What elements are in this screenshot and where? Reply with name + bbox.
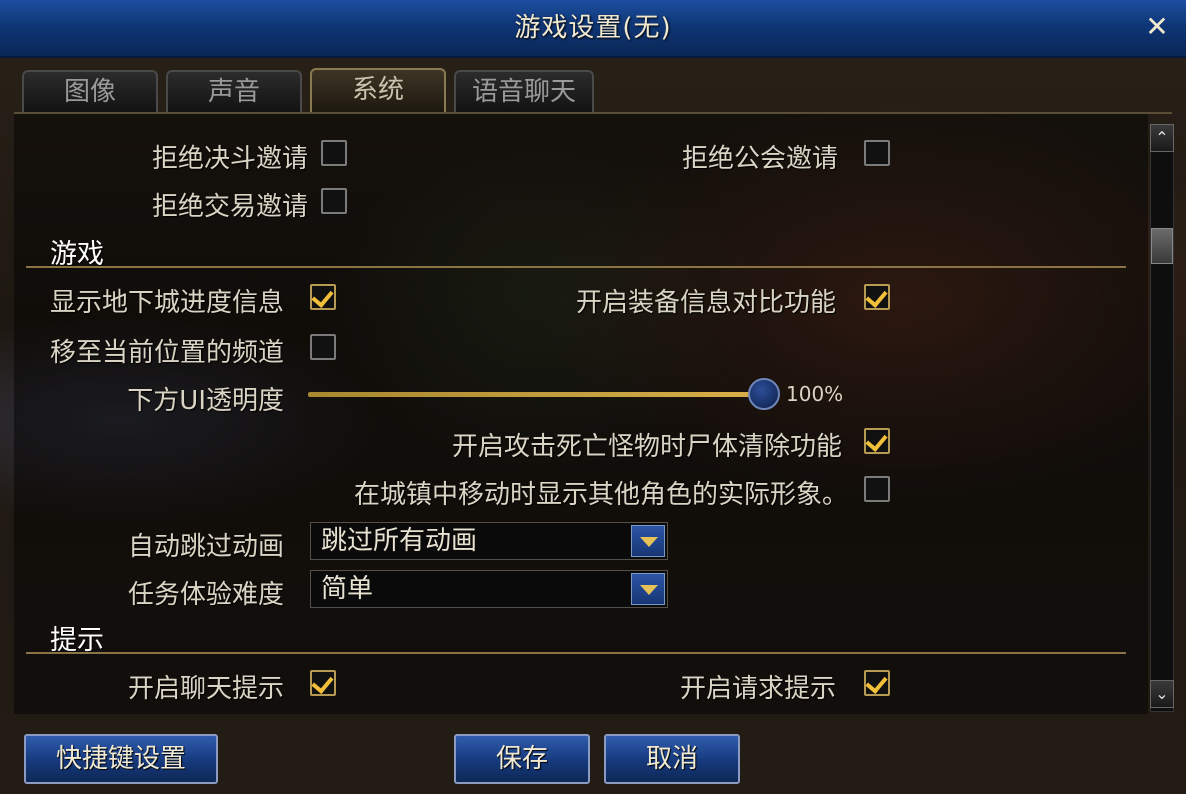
skip-animation-label: 自动跳过动画: [127, 532, 284, 562]
tab-system[interactable]: 系统: [310, 68, 446, 112]
close-icon[interactable]: ✕: [1140, 10, 1174, 44]
reject-trade-label: 拒绝交易邀请: [151, 192, 308, 222]
scroll-down-icon[interactable]: ⌄: [1150, 680, 1174, 708]
checkmark-icon: [311, 285, 334, 308]
chat-hint-label: 开启聊天提示: [127, 674, 284, 704]
quest-difficulty-dropdown[interactable]: 简单: [310, 570, 668, 608]
request-hint-checkbox[interactable]: [864, 670, 890, 696]
section-game-divider: [26, 266, 1126, 268]
show-real-appearance-checkbox[interactable]: [864, 476, 890, 502]
show-real-appearance-label: 在城镇中移动时显示其他角色的实际形象。: [353, 480, 848, 510]
ui-opacity-label: 下方UI透明度: [127, 386, 284, 416]
reject-guild-label: 拒绝公会邀请: [681, 144, 838, 174]
chevron-down-icon[interactable]: [631, 573, 665, 605]
scrollbar-track[interactable]: [1150, 124, 1174, 712]
equip-compare-checkbox[interactable]: [864, 284, 890, 310]
move-channel-label: 移至当前位置的频道: [49, 338, 284, 368]
ui-opacity-value: 100%: [786, 382, 844, 406]
scroll-up-icon[interactable]: ⌃: [1150, 124, 1174, 152]
request-hint-label: 开启请求提示: [679, 674, 836, 704]
corpse-clear-checkbox[interactable]: [864, 428, 890, 454]
tab-image[interactable]: 图像: [22, 70, 158, 112]
checkmark-icon: [311, 671, 334, 694]
skip-animation-value: 跳过所有动画: [321, 526, 478, 556]
skip-animation-dropdown[interactable]: 跳过所有动画: [310, 522, 668, 560]
chat-hint-checkbox[interactable]: [310, 670, 336, 696]
reject-guild-checkbox[interactable]: [864, 140, 890, 166]
ui-opacity-slider-track[interactable]: [308, 392, 764, 397]
ui-opacity-slider-thumb[interactable]: [748, 378, 780, 410]
dungeon-progress-label: 显示地下城进度信息: [49, 288, 284, 318]
corpse-clear-label: 开启攻击死亡怪物时尸体清除功能: [451, 432, 842, 462]
checkmark-icon: [865, 285, 888, 308]
checkmark-icon: [865, 429, 888, 452]
tab-voice-chat[interactable]: 语音聊天: [454, 70, 594, 112]
tab-sound[interactable]: 声音: [166, 70, 302, 112]
window-title: 游戏设置(无): [514, 13, 672, 43]
reject-duel-label: 拒绝决斗邀请: [151, 144, 308, 174]
checkmark-icon: [865, 671, 888, 694]
reject-duel-checkbox[interactable]: [321, 140, 347, 166]
chevron-down-icon[interactable]: [631, 525, 665, 557]
reject-trade-checkbox[interactable]: [321, 188, 347, 214]
section-hints-divider: [26, 652, 1126, 654]
quest-difficulty-value: 简单: [321, 574, 374, 604]
cancel-button[interactable]: 取消: [604, 734, 740, 784]
move-channel-checkbox[interactable]: [310, 334, 336, 360]
equip-compare-label: 开启装备信息对比功能: [575, 288, 836, 318]
scrollbar-thumb[interactable]: [1151, 228, 1173, 264]
shortcut-settings-button[interactable]: 快捷键设置: [24, 734, 218, 784]
quest-difficulty-label: 任务体验难度: [127, 580, 284, 610]
save-button[interactable]: 保存: [454, 734, 590, 784]
dungeon-progress-checkbox[interactable]: [310, 284, 336, 310]
